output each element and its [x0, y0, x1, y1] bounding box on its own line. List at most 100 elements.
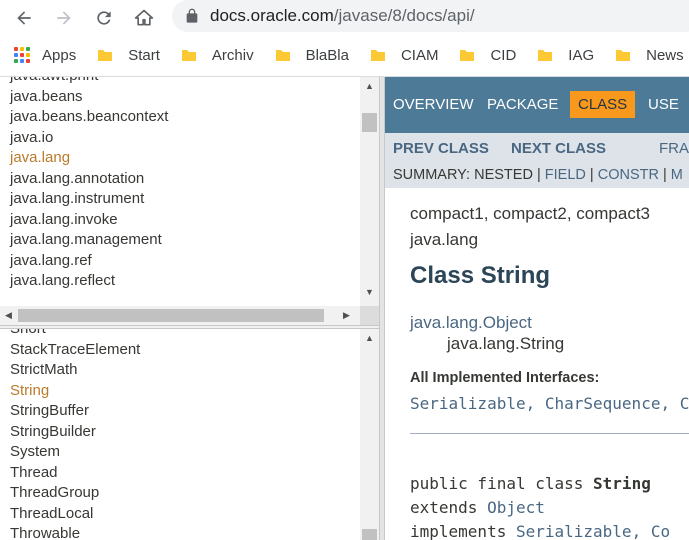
bookmark-iag[interactable]: IAG — [537, 47, 594, 64]
profiles-text: compact1, compact2, compact3 — [410, 204, 651, 223]
folder-icon — [98, 49, 113, 61]
package-link[interactable]: java.lang — [10, 148, 168, 169]
folder-icon — [370, 49, 385, 61]
browser-toolbar: docs.oracle.com/javase/8/docs/api/ — [0, 0, 689, 36]
implements-links[interactable]: Serializable, Co — [516, 522, 670, 540]
interfaces-links[interactable]: Serializable, CharSequence, C — [410, 394, 689, 413]
forward-button[interactable] — [50, 4, 78, 32]
class-link[interactable]: Thread — [10, 463, 140, 484]
forward-arrow-icon — [57, 11, 71, 25]
bookmark-archiv[interactable]: Archiv — [181, 47, 254, 64]
scroll-right-arrow-icon[interactable]: ▶ — [338, 306, 355, 325]
reload-button[interactable] — [90, 4, 118, 32]
package-link[interactable]: java.lang.reflect — [10, 271, 168, 292]
url-text: docs.oracle.com/javase/8/docs/api/ — [210, 6, 475, 26]
class-link[interactable]: StrictMath — [10, 360, 140, 381]
folder-icon — [275, 49, 290, 61]
frames-link[interactable]: FRA — [659, 140, 689, 157]
bookmark-label: IAG — [568, 46, 595, 64]
prev-class-link[interactable]: PREV CLASS — [393, 140, 489, 157]
folder-icon — [181, 49, 196, 61]
address-bar[interactable]: docs.oracle.com/javase/8/docs/api/ — [172, 0, 689, 32]
class-link[interactable]: Short — [10, 329, 140, 340]
packages-horizontal-scrollbar[interactable]: ◀ ▶ — [0, 306, 360, 325]
this-class-name: java.lang.String — [447, 334, 565, 353]
package-link[interactable]: java.lang.ref — [10, 251, 168, 272]
class-link[interactable]: String — [10, 381, 140, 402]
bookmark-label: Archiv — [211, 46, 254, 64]
bookmark-news[interactable]: News — [615, 47, 684, 64]
bookmark-label: BlaBla — [305, 46, 349, 64]
bookmark-start[interactable]: Start — [97, 47, 160, 64]
implements-keyword: implements — [410, 522, 516, 540]
home-button[interactable] — [130, 4, 158, 32]
class-declaration: public final class String extends Object… — [410, 472, 689, 540]
summary-links: SUMMARY: NESTED | FIELD | CONSTR | M — [393, 167, 683, 183]
summary-field-link[interactable]: FIELD — [545, 167, 586, 183]
scroll-thumb[interactable] — [362, 113, 377, 132]
nav-package-link[interactable]: PACKAGE — [487, 96, 558, 113]
bookmark-label: Start — [128, 46, 160, 64]
class-link[interactable]: StringBuilder — [10, 422, 140, 443]
next-class-link[interactable]: NEXT CLASS — [511, 140, 606, 157]
bookmark-label: News — [646, 46, 684, 64]
scroll-thumb[interactable] — [18, 309, 324, 322]
summary-label: SUMMARY: NESTED — [393, 167, 533, 183]
package-link[interactable]: java.lang.instrument — [10, 189, 168, 210]
scroll-left-arrow-icon[interactable]: ◀ — [0, 306, 17, 325]
packages-frame: java.awt.printjava.beansjava.beans.beanc… — [0, 77, 379, 325]
bookmark-cid[interactable]: CID — [459, 47, 516, 64]
home-icon — [134, 9, 154, 26]
scroll-up-arrow-icon[interactable]: ▲ — [360, 329, 379, 346]
nav-use-link[interactable]: USE — [648, 96, 679, 113]
package-list: java.awt.printjava.beansjava.beans.beanc… — [10, 77, 168, 292]
sub-navbar: PREV CLASS NEXT CLASS FRA SUMMARY: NESTE… — [385, 133, 689, 188]
divider — [410, 433, 689, 434]
interfaces-heading: All Implemented Interfaces: — [410, 370, 600, 386]
package-label: java.lang — [410, 230, 479, 249]
bookmark-label: Apps — [42, 46, 77, 64]
package-link[interactable]: java.io — [10, 128, 168, 149]
nav-overview-link[interactable]: OVERVIEW — [393, 96, 474, 113]
decl-prefix: public final class — [410, 474, 594, 493]
bookmark-apps[interactable]: Apps — [14, 47, 76, 64]
package-link[interactable]: java.awt.print — [10, 77, 168, 87]
classes-vertical-scrollbar[interactable]: ▲ — [360, 329, 379, 540]
scroll-up-arrow-icon[interactable]: ▲ — [360, 77, 379, 94]
class-link[interactable]: ThreadGroup — [10, 483, 140, 504]
bookmarks-bar: Apps Start Archiv BlaBla CIAM CID IAG News — [0, 38, 689, 72]
package-link[interactable]: java.lang.invoke — [10, 210, 168, 231]
classes-frame: ShortStackTraceElementStrictMathStringSt… — [0, 329, 379, 540]
scroll-down-arrow-icon[interactable]: ▼ — [360, 283, 379, 300]
class-link[interactable]: ThreadLocal — [10, 504, 140, 525]
package-link[interactable]: java.beans — [10, 87, 168, 108]
class-link[interactable]: Throwable — [10, 524, 140, 540]
package-link[interactable]: java.lang.management — [10, 230, 168, 251]
class-link[interactable]: System — [10, 442, 140, 463]
class-link[interactable]: StackTraceElement — [10, 340, 140, 361]
summary-method-link[interactable]: M — [671, 167, 683, 183]
scroll-thumb[interactable] — [362, 529, 377, 540]
bookmark-blabla[interactable]: BlaBla — [275, 47, 349, 64]
package-link[interactable]: java.beans.beancontext — [10, 107, 168, 128]
top-navbar: OVERVIEW PACKAGE CLASS USE — [385, 77, 689, 133]
scrollbar-corner — [360, 306, 379, 325]
bookmark-label: CID — [490, 46, 517, 64]
extends-object-link[interactable]: Object — [487, 498, 545, 517]
superclass-link[interactable]: java.lang.Object — [410, 313, 689, 333]
back-button[interactable] — [10, 4, 38, 32]
packages-vertical-scrollbar[interactable]: ▲ ▼ — [360, 77, 379, 306]
back-arrow-icon — [17, 11, 31, 25]
extends-keyword: extends — [410, 498, 488, 517]
bookmark-ciam[interactable]: CIAM — [370, 46, 439, 64]
reload-icon — [97, 11, 111, 25]
class-link[interactable]: StringBuffer — [10, 401, 140, 422]
summary-constr-link[interactable]: CONSTR — [598, 167, 659, 183]
class-doc-frame: OVERVIEW PACKAGE CLASS USE PREV CLASS NE… — [385, 77, 689, 540]
bookmark-label: CIAM — [400, 46, 439, 64]
apps-grid-icon — [14, 47, 30, 63]
package-link[interactable]: java.lang.annotation — [10, 169, 168, 190]
url-host: docs.oracle.com — [210, 6, 334, 25]
class-doc-content: compact1, compact2, compact3 java.lang C… — [410, 204, 689, 540]
class-list: ShortStackTraceElementStrictMathStringSt… — [10, 329, 140, 540]
